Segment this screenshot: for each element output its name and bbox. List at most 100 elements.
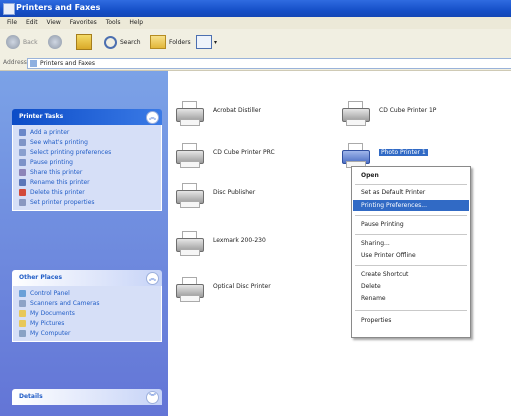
collapse-icon[interactable]: ︽ — [146, 272, 159, 285]
task-item[interactable]: Pause printing — [13, 158, 161, 168]
printer-name: Disc Publisher — [213, 189, 256, 196]
menu-edit[interactable]: Edit — [26, 19, 38, 26]
task-item[interactable]: Share this printer — [13, 168, 161, 178]
menu-item-properties[interactable]: Properties — [353, 315, 469, 326]
views-button[interactable]: ▾ — [196, 34, 217, 50]
task-item[interactable]: Delete this printer — [13, 188, 161, 198]
place-item-label: Control Panel — [30, 290, 70, 297]
printer-icon — [176, 277, 204, 302]
delete-icon — [19, 189, 26, 196]
details-panel: Details ︾ — [12, 389, 162, 405]
printer-name: Acrobat Distiller — [213, 107, 261, 114]
views-icon — [196, 35, 212, 49]
task-item[interactable]: Select printing preferences — [13, 148, 161, 158]
menu-item-printing-preferences[interactable]: Printing Preferences... — [353, 200, 469, 211]
place-item-label: My Documents — [30, 310, 75, 317]
expand-icon[interactable]: ︾ — [146, 391, 159, 404]
panel-title: Other Places — [19, 274, 63, 281]
rename-icon — [19, 179, 26, 186]
printer-icon — [342, 143, 370, 168]
panel-title: Printer Tasks — [19, 113, 64, 120]
printers-folder-icon — [3, 3, 15, 15]
printer-name: CD Cube Printer PRC — [213, 149, 275, 156]
menu-view[interactable]: View — [47, 19, 61, 26]
task-item[interactable]: Add a printer — [13, 128, 161, 138]
printer-icon — [342, 101, 370, 126]
menu-item-delete[interactable]: Delete — [353, 281, 469, 292]
other-places-list: Control Panel Scanners and Cameras My Docu… — [12, 286, 162, 342]
folder-icon — [19, 310, 26, 317]
task-item-label: Pause printing — [30, 159, 73, 166]
printer-icon — [176, 183, 204, 208]
printer-icon — [176, 231, 204, 256]
place-item[interactable]: Scanners and Cameras — [13, 299, 161, 309]
other-places-header[interactable]: Other Places ︽ — [12, 270, 162, 286]
menu-help[interactable]: Help — [129, 19, 143, 26]
printer-tasks-panel: Printer Tasks ︽ Add a printer See what's … — [12, 109, 162, 211]
printer-queue-icon — [19, 139, 26, 146]
place-item[interactable]: My Pictures — [13, 319, 161, 329]
task-item-label: See what's printing — [30, 139, 88, 146]
place-item-label: Scanners and Cameras — [30, 300, 100, 307]
properties-icon — [19, 199, 26, 206]
place-item-label: My Pictures — [30, 320, 65, 327]
task-item[interactable]: Rename this printer — [13, 178, 161, 188]
pause-icon — [19, 159, 26, 166]
printer-icon — [176, 101, 204, 126]
task-item-label: Share this printer — [30, 169, 83, 176]
menu-item-rename[interactable]: Rename — [353, 293, 469, 304]
printers-folder-icon — [30, 60, 37, 67]
up-folder-icon — [76, 34, 92, 50]
other-places-panel: Other Places ︽ Control Panel Scanners and… — [12, 270, 162, 342]
printer-tasks-list: Add a printer See what's printing Select p… — [12, 125, 162, 211]
task-item[interactable]: Set printer properties — [13, 198, 161, 208]
menu-separator — [355, 265, 467, 266]
menu-item-pause-printing[interactable]: Pause Printing — [353, 219, 469, 230]
window-title: Printers and Faxes — [16, 3, 101, 12]
folders-button[interactable]: Folders — [150, 34, 191, 50]
place-item[interactable]: My Documents — [13, 309, 161, 319]
menu-tools[interactable]: Tools — [106, 19, 121, 26]
place-item-label: My Computer — [30, 330, 71, 337]
address-input[interactable]: Printers and Faxes — [27, 58, 511, 69]
address-value: Printers and Faxes — [40, 60, 95, 67]
task-item-label: Delete this printer — [30, 189, 85, 196]
printer-tasks-header[interactable]: Printer Tasks ︽ — [12, 109, 162, 125]
panel-title: Details — [19, 393, 43, 400]
folder-icon — [19, 320, 26, 327]
menu-favorites[interactable]: Favorites — [70, 19, 97, 26]
menu-item-open[interactable]: Open — [353, 170, 469, 181]
collapse-icon[interactable]: ︽ — [146, 111, 159, 124]
back-button[interactable]: Back — [6, 34, 38, 50]
menu-separator — [355, 215, 467, 216]
up-button[interactable] — [76, 34, 92, 50]
menu-separator — [355, 234, 467, 235]
task-item-label: Rename this printer — [30, 179, 90, 186]
control-panel-icon — [19, 290, 26, 297]
folders-icon — [150, 35, 166, 49]
menu-item-create-shortcut[interactable]: Create Shortcut — [353, 269, 469, 280]
preferences-icon — [19, 149, 26, 156]
menu-separator — [355, 184, 467, 185]
printer-name: CD Cube Printer 1P — [379, 107, 437, 114]
search-button[interactable]: Search — [104, 34, 141, 50]
forward-arrow-icon — [48, 35, 62, 49]
menu-item-sharing[interactable]: Sharing... — [353, 238, 469, 249]
menu-item-use-offline[interactable]: Use Printer Offline — [353, 250, 469, 261]
task-item[interactable]: See what's printing — [13, 138, 161, 148]
place-item[interactable]: My Computer — [13, 329, 161, 339]
back-arrow-icon — [6, 35, 20, 49]
search-icon — [104, 35, 117, 49]
printer-name: Lexmark 200-230 — [213, 237, 266, 244]
title-bar: Printers and Faxes — [0, 0, 511, 17]
forward-button[interactable] — [48, 34, 62, 50]
printer-add-icon — [19, 129, 26, 136]
toolbar: Back Search Folders ▾ — [0, 29, 511, 57]
menu-separator — [355, 310, 467, 311]
share-icon — [19, 169, 26, 176]
place-item[interactable]: Control Panel — [13, 289, 161, 299]
menu-item-set-default[interactable]: Set as Default Printer — [353, 187, 469, 198]
menu-file[interactable]: File — [7, 19, 17, 26]
details-header[interactable]: Details ︾ — [12, 389, 162, 405]
task-item-label: Add a printer — [30, 129, 70, 136]
